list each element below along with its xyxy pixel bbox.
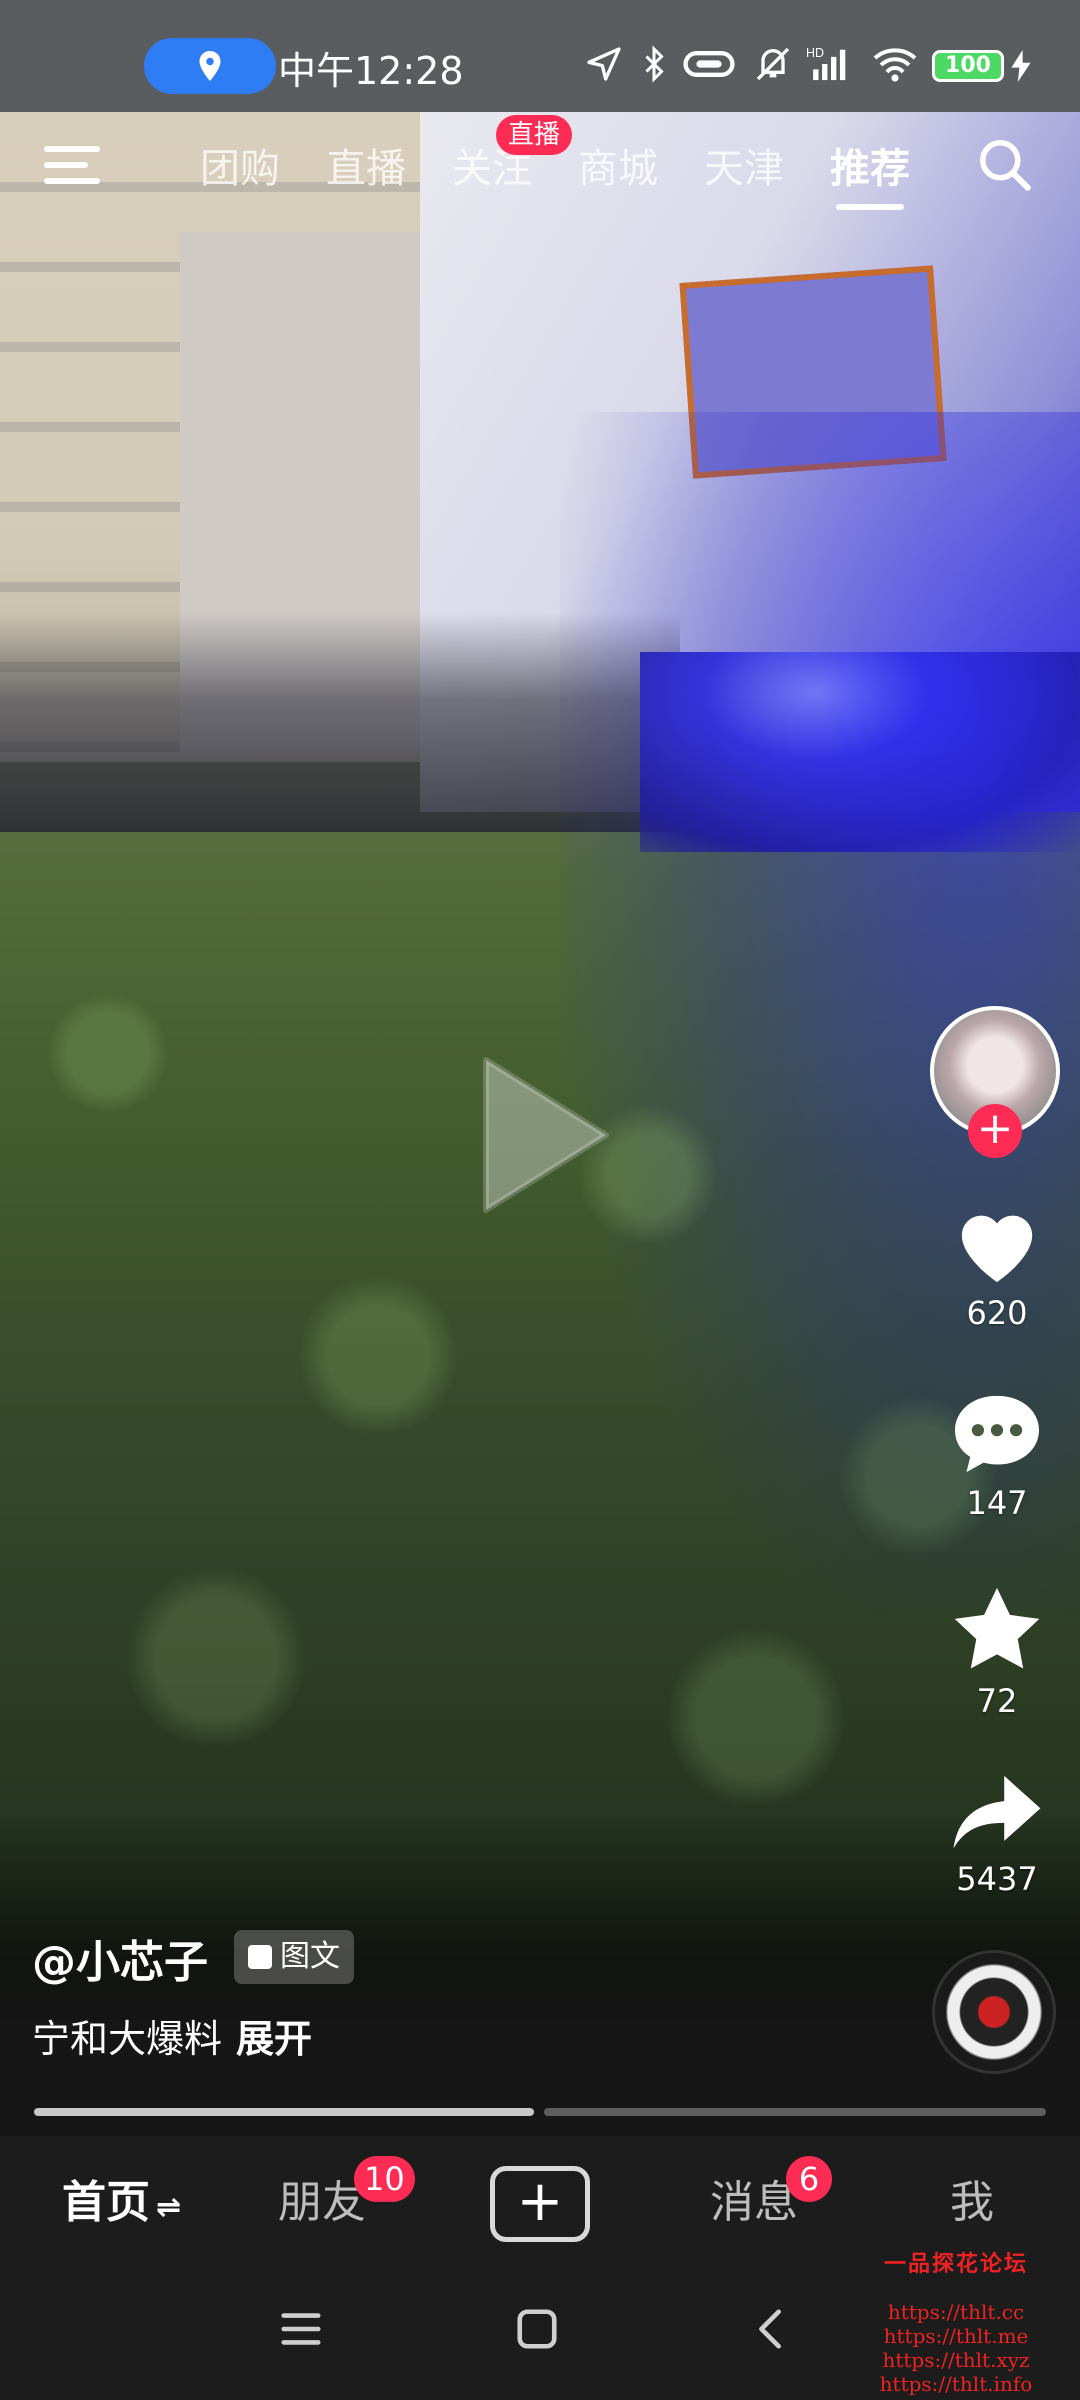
wifi-icon — [873, 48, 917, 82]
play-button[interactable] — [466, 1050, 616, 1220]
bluetooth-icon — [645, 45, 664, 83]
watermark-url: https://thlt.info — [879, 2372, 1033, 2396]
tab-indicator — [836, 204, 904, 210]
share-count: 5437 — [956, 1860, 1038, 1898]
tab-me[interactable]: 我 — [950, 2166, 994, 2230]
tab-recommended[interactable]: 推荐 — [830, 136, 910, 194]
share-button[interactable]: 5437 — [940, 1772, 1054, 1898]
tab-home-label: 首页 — [62, 2177, 150, 2228]
author-name[interactable]: @小芯子 — [32, 1926, 208, 1990]
location-indicator — [144, 38, 276, 94]
friends-badge: 10 — [354, 2156, 415, 2202]
like-count: 620 — [966, 1294, 1028, 1332]
home-square-icon[interactable] — [514, 2306, 560, 2352]
top-nav: 团购 直播 关注 直播 商城 天津 推荐 — [0, 112, 1080, 232]
favorite-count: 72 — [976, 1682, 1018, 1720]
live-badge: 直播 — [496, 115, 573, 155]
mute-icon — [756, 47, 790, 81]
post-type-badge: 图文 — [234, 1930, 354, 1984]
tab-home[interactable]: 首页 ⇌ — [62, 2166, 181, 2230]
comment-button[interactable]: 147 — [940, 1392, 1054, 1522]
recents-menu-icon[interactable] — [278, 2306, 324, 2352]
heart-icon — [961, 1215, 1033, 1283]
expand-link[interactable]: 展开 — [236, 2017, 312, 2061]
image-post-icon — [248, 1945, 272, 1969]
status-bar: 中午12:28 HD 100 — [0, 0, 1080, 112]
svg-text:HD: HD — [806, 46, 824, 60]
tab-messages-label: 消息 — [710, 2177, 798, 2228]
watermark-url: https://thlt.cc — [887, 2300, 1025, 2324]
tab-friends[interactable]: 朋友 — [278, 2166, 366, 2230]
menu-icon[interactable] — [44, 142, 100, 186]
tab-friends-label: 朋友 — [278, 2177, 366, 2228]
create-button[interactable]: + — [490, 2166, 590, 2242]
star-icon — [954, 1587, 1040, 1669]
post-caption: 宁和大爆料 展开 — [32, 2008, 312, 2063]
link-icon — [683, 51, 735, 77]
like-button[interactable]: 620 — [940, 1200, 1054, 1332]
tab-group-buy[interactable]: 团购 — [200, 136, 280, 194]
charging-icon — [1011, 50, 1031, 82]
watermark-url: https://thlt.xyz — [882, 2348, 1030, 2372]
signal-icon: HD — [806, 46, 846, 81]
music-disc[interactable] — [932, 1950, 1056, 2074]
tab-messages[interactable]: 消息 — [710, 2166, 798, 2230]
comment-count: 147 — [966, 1484, 1028, 1522]
tab-live[interactable]: 直播 — [326, 136, 406, 194]
watermark: 一品探花论坛 https://thlt.cc https://thlt.me h… — [856, 2246, 1056, 2396]
post-type-label: 图文 — [280, 1939, 340, 1974]
battery-indicator: 100 — [932, 50, 1004, 82]
progress-segment-1[interactable] — [34, 2108, 534, 2116]
tab-me-label: 我 — [950, 2177, 994, 2228]
messages-badge: 6 — [786, 2156, 832, 2202]
favorite-button[interactable]: 72 — [940, 1584, 1054, 1720]
caption-text: 宁和大爆料 — [32, 2017, 223, 2061]
plus-icon: + — [516, 2169, 564, 2234]
share-arrow-icon — [953, 1775, 1041, 1849]
battery-level: 100 — [945, 53, 991, 78]
comment-icon — [955, 1395, 1039, 1473]
follow-button[interactable]: + — [968, 1104, 1022, 1158]
location-pin-icon — [199, 51, 221, 81]
search-icon[interactable] — [974, 134, 1034, 194]
watermark-url: https://thlt.me — [883, 2324, 1029, 2348]
watermark-title: 一品探花论坛 — [883, 2251, 1028, 2277]
navigation-arrow-icon — [587, 47, 621, 81]
tab-mall[interactable]: 商城 — [578, 136, 658, 194]
progress-segment-2[interactable] — [544, 2108, 1046, 2116]
status-time: 中午12:28 — [278, 49, 464, 93]
back-icon[interactable] — [748, 2306, 794, 2352]
refresh-toggle-icon: ⇌ — [156, 2190, 182, 2225]
tab-tianjin[interactable]: 天津 — [704, 136, 784, 194]
